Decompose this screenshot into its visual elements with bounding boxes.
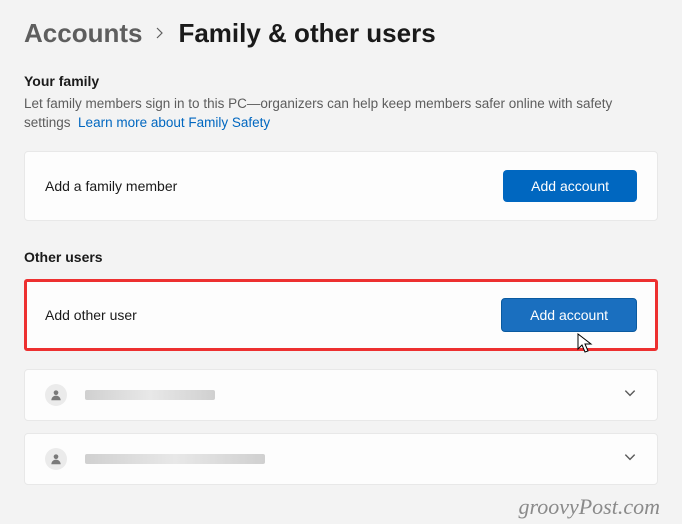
user-icon <box>45 384 67 406</box>
user-row[interactable] <box>24 433 658 485</box>
breadcrumb-parent[interactable]: Accounts <box>24 18 142 49</box>
chevron-right-icon <box>154 23 166 44</box>
page-title: Family & other users <box>178 18 435 49</box>
add-other-account-button[interactable]: Add account <box>501 298 637 332</box>
chevron-down-icon <box>623 386 637 403</box>
breadcrumb: Accounts Family & other users <box>24 18 658 49</box>
family-section-title: Your family <box>24 73 658 89</box>
watermark: groovyPost.com <box>518 494 660 520</box>
family-description: Let family members sign in to this PC—or… <box>24 95 658 133</box>
add-other-user-label: Add other user <box>45 307 137 323</box>
chevron-down-icon <box>623 450 637 467</box>
user-row[interactable] <box>24 369 658 421</box>
add-other-user-card: Add other user Add account <box>24 279 658 351</box>
user-name-redacted <box>85 454 265 464</box>
learn-more-link[interactable]: Learn more about Family Safety <box>78 115 270 130</box>
add-family-member-card: Add a family member Add account <box>24 151 658 221</box>
user-name-redacted <box>85 390 215 400</box>
user-icon <box>45 448 67 470</box>
add-family-account-button[interactable]: Add account <box>503 170 637 202</box>
add-family-label: Add a family member <box>45 178 177 194</box>
other-users-section-title: Other users <box>24 249 658 265</box>
